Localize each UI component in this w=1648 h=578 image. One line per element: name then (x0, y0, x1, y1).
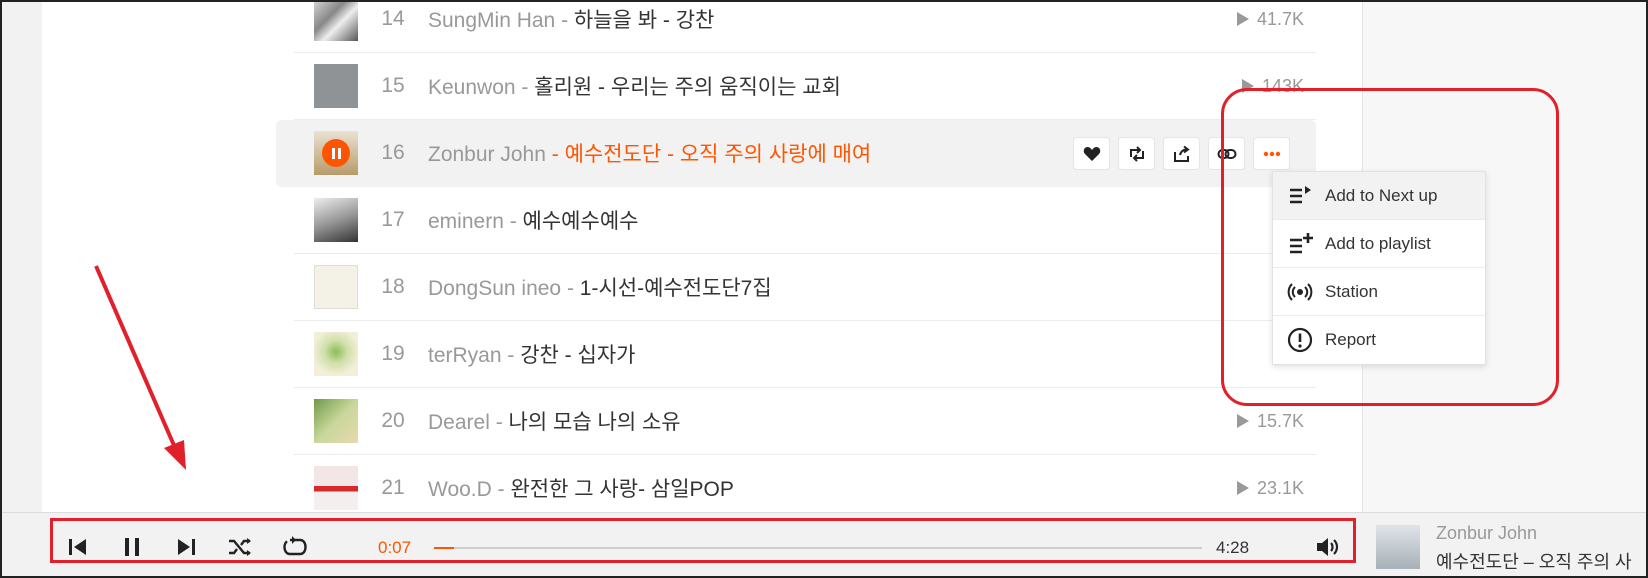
track-row[interactable]: 19 terRyan - 강찬 - 십자가 4 (294, 321, 1316, 388)
share-button[interactable] (1163, 137, 1200, 170)
now-playing-title[interactable]: 예수전도단 – 오직 주의 사 (1436, 548, 1632, 574)
track-artwork[interactable] (314, 64, 358, 108)
repeat-icon (283, 536, 307, 556)
play-count-icon (1241, 79, 1254, 93)
track-song[interactable]: 예수전도단 - 오직 주의 사랑에 매여 (565, 143, 872, 166)
track-title[interactable]: terRyan - 강찬 - 십자가 (428, 339, 635, 369)
next-button[interactable] (172, 533, 200, 561)
track-number: 14 (381, 7, 405, 30)
track-artist[interactable]: SungMin Han (428, 9, 555, 32)
track-artwork[interactable] (314, 0, 358, 41)
track-song[interactable]: 강찬 - 십자가 (520, 344, 635, 367)
track-row[interactable]: 17 eminern - 예수예수예수 5 (294, 187, 1316, 254)
track-actions (1073, 137, 1290, 170)
pause-track-button[interactable] (322, 139, 350, 167)
track-row[interactable]: 20 Dearel - 나의 모습 나의 소유 15.7K (294, 388, 1316, 455)
track-number: 17 (381, 208, 405, 231)
track-number: 15 (381, 74, 405, 97)
link-icon (1217, 148, 1236, 159)
track-artist[interactable]: Dearel (428, 411, 490, 434)
track-title[interactable]: Dearel - 나의 모습 나의 소유 (428, 406, 681, 436)
more-actions-menu: Add to Next up Add to playlist Station R… (1272, 171, 1486, 365)
current-time: 0:07 (378, 538, 412, 557)
track-row[interactable]: 18 DongSun ineo - 1-시선-예수전도단7집 1 (294, 254, 1316, 321)
duration: 4:28 (1216, 538, 1250, 557)
progress-fill (434, 547, 454, 549)
more-button[interactable] (1253, 137, 1290, 170)
station-icon (1287, 282, 1313, 301)
volume-icon (1317, 538, 1339, 556)
shuffle-icon (229, 538, 251, 556)
play-count-icon (1236, 481, 1249, 495)
play-count-icon (1236, 414, 1249, 428)
track-artist[interactable]: Keunwon (428, 76, 516, 99)
track-number: 21 (381, 476, 405, 499)
add-to-playlist-icon (1290, 232, 1313, 253)
track-artist[interactable]: Woo.D (428, 478, 492, 501)
pause-button[interactable] (118, 533, 146, 561)
track-number: 19 (381, 342, 405, 365)
play-count: 23.1K (1236, 478, 1304, 499)
track-artwork[interactable] (314, 198, 358, 242)
track-title[interactable]: DongSun ineo - 1-시선-예수전도단7집 (428, 272, 772, 302)
play-count: 143K (1241, 76, 1304, 97)
now-playing-artwork[interactable] (1376, 525, 1420, 569)
menu-item-add-to-playlist[interactable]: Add to playlist (1273, 220, 1485, 268)
repeat-button[interactable] (281, 533, 309, 561)
play-count: 15.7K (1236, 411, 1304, 432)
track-list: 14 SungMin Han - 하늘을 봐 - 강찬 41.7K 15 Keu… (276, 0, 1334, 522)
track-title[interactable]: Keunwon - 홀리원 - 우리는 주의 움직이는 교회 (428, 71, 841, 101)
track-song[interactable]: 예수예수예수 (523, 210, 639, 233)
track-number: 20 (381, 409, 405, 432)
skip-back-icon (69, 539, 86, 555)
progress-bar[interactable] (434, 547, 1202, 549)
track-title[interactable]: eminern - 예수예수예수 (428, 205, 638, 235)
track-artist[interactable]: terRyan (428, 344, 502, 367)
previous-button[interactable] (64, 533, 92, 561)
now-playing-artist[interactable]: Zonbur John (1436, 523, 1537, 544)
track-row[interactable]: 15 Keunwon - 홀리원 - 우리는 주의 움직이는 교회 143K (294, 53, 1316, 120)
track-artwork[interactable] (314, 131, 358, 175)
track-row-active[interactable]: 16 Zonbur John - 예수전도단 - 오직 주의 사랑에 매여 (276, 120, 1316, 187)
track-title[interactable]: SungMin Han - 하늘을 봐 - 강찬 (428, 4, 714, 34)
track-song[interactable]: 완전한 그 사랑- 삼일POP (510, 478, 733, 501)
track-artwork[interactable] (314, 265, 358, 309)
track-song[interactable]: 나의 모습 나의 소유 (509, 411, 681, 434)
track-artist[interactable]: eminern (428, 210, 504, 233)
copy-link-button[interactable] (1208, 137, 1245, 170)
track-artwork[interactable] (314, 466, 358, 510)
track-title[interactable]: Zonbur John - 예수전도단 - 오직 주의 사랑에 매여 (428, 138, 871, 168)
repost-button[interactable] (1118, 137, 1155, 170)
repost-icon (1129, 145, 1144, 162)
track-artist[interactable]: Zonbur John (428, 143, 546, 166)
menu-item-add-to-next-up[interactable]: Add to Next up (1273, 172, 1485, 220)
shuffle-button[interactable] (226, 533, 254, 561)
menu-item-station[interactable]: Station (1273, 268, 1485, 316)
volume-button[interactable] (1314, 533, 1342, 561)
next-up-icon (1290, 185, 1311, 203)
play-count-icon (1236, 12, 1249, 26)
share-icon (1173, 145, 1190, 162)
play-count: 41.7K (1236, 9, 1304, 30)
pause-icon (125, 538, 139, 556)
track-title[interactable]: Woo.D - 완전한 그 사랑- 삼일POP (428, 473, 734, 503)
track-artwork[interactable] (314, 399, 358, 443)
menu-item-report[interactable]: Report (1273, 316, 1485, 364)
track-song[interactable]: 홀리원 - 우리는 주의 움직이는 교회 (534, 76, 841, 99)
track-artwork[interactable] (314, 332, 358, 376)
more-icon (1263, 151, 1280, 156)
track-song[interactable]: 하늘을 봐 - 강찬 (574, 9, 714, 32)
player-bar: 0:07 4:28 Zonbur John 예수전도단 – 오직 주의 사 (0, 512, 1648, 578)
like-button[interactable] (1073, 137, 1110, 170)
track-number: 16 (381, 141, 405, 164)
heart-icon (1083, 146, 1100, 161)
track-row[interactable]: 14 SungMin Han - 하늘을 봐 - 강찬 41.7K (294, 0, 1316, 53)
track-song[interactable]: 1-시선-예수전도단7집 (580, 277, 772, 300)
track-artist[interactable]: DongSun ineo (428, 277, 561, 300)
report-icon (1287, 327, 1313, 353)
skip-forward-icon (178, 539, 195, 555)
track-number: 18 (381, 275, 405, 298)
